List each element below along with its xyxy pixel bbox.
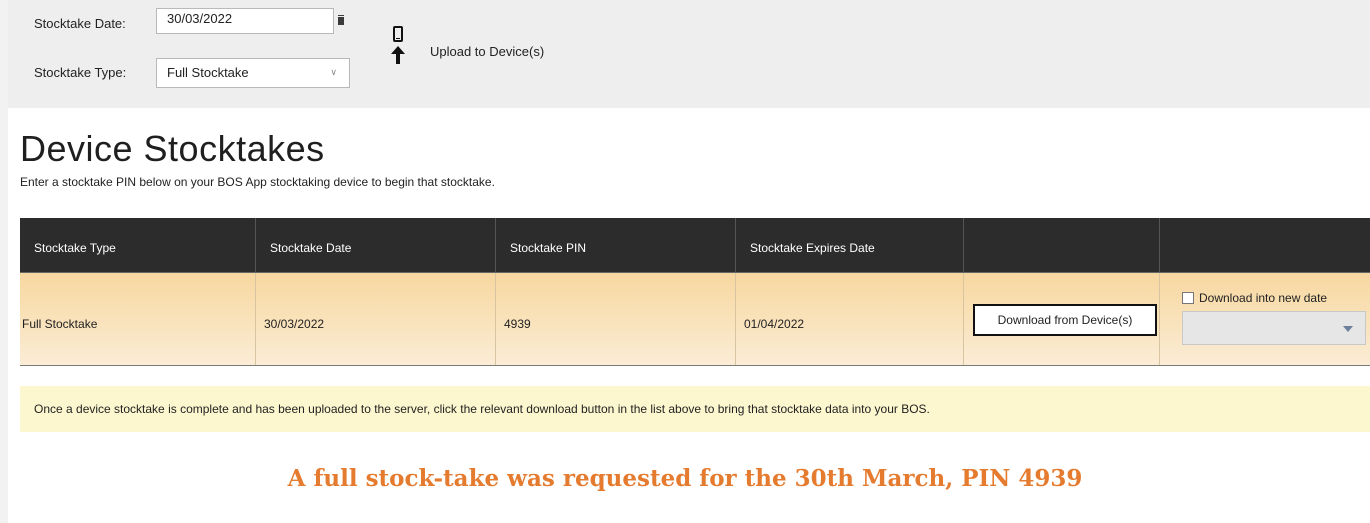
upload-to-device-label: Upload to Device(s) (430, 44, 545, 59)
info-message: Once a device stocktake is complete and … (20, 386, 1370, 432)
cell-download: Download from Device(s) (964, 273, 1160, 365)
column-header-download (964, 218, 1160, 272)
page-title: Device Stocktakes (20, 128, 325, 169)
cell-stocktake-date: 30/03/2022 (256, 273, 496, 365)
cell-new-date: Download into new date (1160, 273, 1370, 365)
column-header-pin: Stocktake PIN (496, 218, 736, 272)
download-into-new-date-label: Download into new date (1199, 291, 1328, 305)
column-header-date: Stocktake Date (256, 218, 496, 272)
upload-to-device-button[interactable]: Upload to Device(s) (388, 26, 544, 74)
column-header-expires: Stocktake Expires Date (736, 218, 964, 272)
stocktake-toolbar: Stocktake Date: 30/03/2022 Stocktake Typ… (8, 0, 1370, 108)
download-into-new-date-toggle[interactable]: Download into new date (1182, 291, 1327, 305)
stocktake-date-input[interactable]: 30/03/2022 (156, 8, 334, 34)
cell-stocktake-pin: 4939 (496, 273, 736, 365)
stocktake-type-select[interactable]: Full Stocktake ∨ (156, 58, 350, 88)
left-edge (0, 0, 8, 523)
stocktake-date-label: Stocktake Date: (34, 16, 126, 31)
new-date-dropdown[interactable] (1182, 311, 1366, 345)
page-subtitle: Enter a stocktake PIN below on your BOS … (20, 175, 495, 189)
caption: A full stock-take was requested for the … (287, 465, 1083, 492)
chevron-down-icon: ∨ (330, 67, 337, 77)
column-header-type: Stocktake Type (20, 218, 256, 272)
cell-stocktake-type: Full Stocktake (20, 273, 256, 365)
column-header-new-date (1160, 218, 1370, 272)
device-stocktakes-table: Stocktake Type Stocktake Date Stocktake … (20, 218, 1370, 366)
stocktake-type-value: Full Stocktake (167, 65, 249, 80)
chevron-down-icon (1343, 326, 1353, 332)
download-from-device-button[interactable]: Download from Device(s) (973, 304, 1157, 336)
download-into-new-date-checkbox[interactable] (1182, 292, 1194, 304)
cell-expires-date: 01/04/2022 (736, 273, 964, 365)
upload-to-device-icon (388, 26, 410, 72)
table-header: Stocktake Type Stocktake Date Stocktake … (20, 218, 1370, 273)
table-row[interactable]: Full Stocktake 30/03/2022 4939 01/04/202… (20, 273, 1370, 366)
calendar-icon[interactable] (334, 10, 348, 32)
stocktake-type-label: Stocktake Type: (34, 65, 127, 80)
